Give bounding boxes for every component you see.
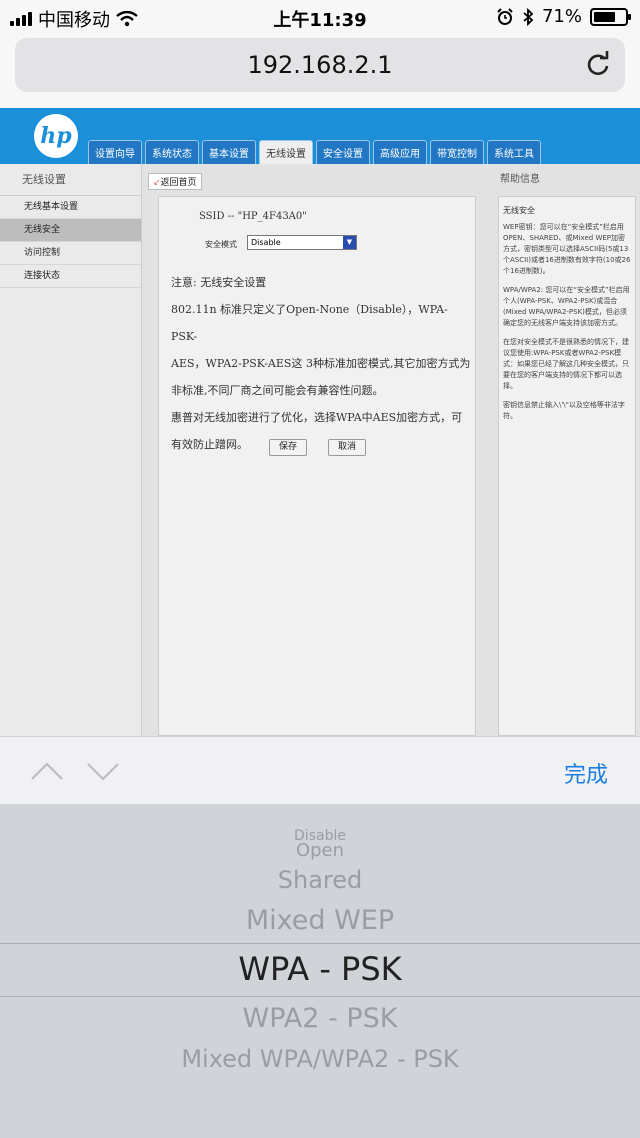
notice-line: 802.11n 标准只定义了Open-None（Disable），WPA-PSK… [171, 303, 448, 343]
reload-icon[interactable] [583, 50, 613, 80]
sidebar: 无线设置 无线基本设置 无线安全 访问控制 连接状态 [0, 164, 142, 736]
status-bar: 中国移动 上午11:39 71% [0, 0, 640, 34]
ssid-label: SSID -- "HP_4F43A0" [199, 211, 307, 222]
security-mode-select[interactable]: Disable ▼ [247, 235, 357, 250]
keyboard-accessory-bar: 完成 [0, 736, 640, 804]
picker-option-selected[interactable]: WPA - PSK [0, 950, 640, 988]
back-home-label: 返回首页 [160, 178, 197, 188]
tab-security-settings[interactable]: 安全设置 [316, 140, 370, 164]
back-home-button[interactable]: ↙返回首页 [148, 173, 202, 190]
battery-percent: 71% [541, 6, 582, 27]
help-paragraph: 在您对安全模式不是很熟悉的情况下，建议您使用:WPA-PSK或者WPA2-PSK… [503, 338, 629, 390]
cancel-button[interactable]: 取消 [328, 439, 366, 456]
bluetooth-icon [523, 7, 534, 26]
url-text: 192.168.2.1 [247, 51, 393, 79]
help-paragraph: 密钥信息禁止输入\'\"以及空格等非法字符。 [503, 401, 625, 420]
notice-line: 惠普对无线加密进行了优化，选择WPA中AES加密方式，可 [171, 411, 463, 424]
security-mode-label: 安全模式 [205, 240, 237, 249]
picker-option[interactable]: Open [0, 840, 640, 861]
notice-line: AES，WPA2-PSK-AES这 3种标准加密模式,其它加密方式为 [171, 357, 471, 370]
alarm-icon [497, 7, 513, 25]
tab-system-tools[interactable]: 系统工具 [487, 140, 541, 164]
picker-option[interactable]: Shared [0, 866, 640, 894]
tab-bandwidth-control[interactable]: 带宽控制 [430, 140, 484, 164]
sidebar-item-access-control[interactable]: 访问控制 [0, 242, 141, 265]
picker-option[interactable]: Disable [0, 828, 640, 840]
notice-line: 非标准,不同厂商之间可能会有兼容性问题。 [171, 384, 384, 397]
dropdown-arrow-icon: ▼ [343, 236, 356, 249]
chevron-up-icon[interactable] [30, 759, 64, 783]
tab-setup-wizard[interactable]: 设置向导 [88, 140, 142, 164]
wireless-security-panel: SSID -- "HP_4F43A0" 安全模式 Disable ▼ 注意: 无… [158, 196, 476, 736]
sidebar-title: 无线设置 [0, 164, 141, 196]
help-paragraph: WEP密钥：您可以在“安全模式”栏启用OPEN、SHARED、或Mixed WE… [503, 223, 631, 275]
tab-advanced[interactable]: 高级应用 [373, 140, 427, 164]
tab-system-status[interactable]: 系统状态 [145, 140, 199, 164]
tab-basic-settings[interactable]: 基本设置 [202, 140, 256, 164]
security-mode-picker[interactable]: Disable Open Shared Mixed WEP WPA - PSK … [0, 804, 640, 1138]
back-arrow-icon: ↙ [153, 178, 161, 188]
sidebar-item-wireless-security[interactable]: 无线安全 [0, 219, 141, 242]
sidebar-item-connection-status[interactable]: 连接状态 [0, 265, 141, 288]
router-page: 无线设置 无线基本设置 无线安全 访问控制 连接状态 ↙返回首页 SSID --… [0, 164, 640, 736]
notice-text: 注意: 无线安全设置 802.11n 标准只定义了Open-None（Disab… [171, 269, 471, 458]
help-box: 无线安全 WEP密钥：您可以在“安全模式”栏启用OPEN、SHARED、或Mix… [498, 196, 636, 736]
main-tabs: 设置向导 系统状态 基本设置 无线设置 安全设置 高级应用 带宽控制 系统工具 [88, 140, 541, 164]
notice-line: 有效防止蹭网。 [171, 438, 248, 451]
battery-icon [590, 7, 631, 26]
security-mode-value: Disable [251, 238, 281, 247]
sidebar-item-wireless-basic[interactable]: 无线基本设置 [0, 196, 141, 219]
hp-logo: hp [34, 114, 78, 158]
notice-line: 注意: 无线安全设置 [171, 276, 267, 289]
router-header: hp 设置向导 系统状态 基本设置 无线设置 安全设置 高级应用 带宽控制 系统… [0, 108, 640, 164]
help-heading: 无线安全 [503, 206, 535, 215]
done-button[interactable]: 完成 [564, 757, 608, 789]
save-button[interactable]: 保存 [269, 439, 307, 456]
picker-option[interactable]: Mixed WPA/WPA2 - PSK [0, 1045, 640, 1073]
help-paragraph: WPA/WPA2: 您可以在“安全模式”栏启用个人(WPA-PSK、WPA2-P… [503, 286, 630, 327]
help-panel: 帮助信息 无线安全 WEP密钥：您可以在“安全模式”栏启用OPEN、SHARED… [496, 164, 640, 736]
picker-option[interactable]: Mixed WEP [0, 905, 640, 936]
chevron-down-icon[interactable] [86, 759, 120, 783]
help-title: 帮助信息 [500, 174, 540, 185]
picker-option[interactable]: WPA2 - PSK [0, 1003, 640, 1034]
address-bar[interactable]: 192.168.2.1 [15, 38, 625, 92]
tab-wireless-settings[interactable]: 无线设置 [259, 140, 313, 164]
